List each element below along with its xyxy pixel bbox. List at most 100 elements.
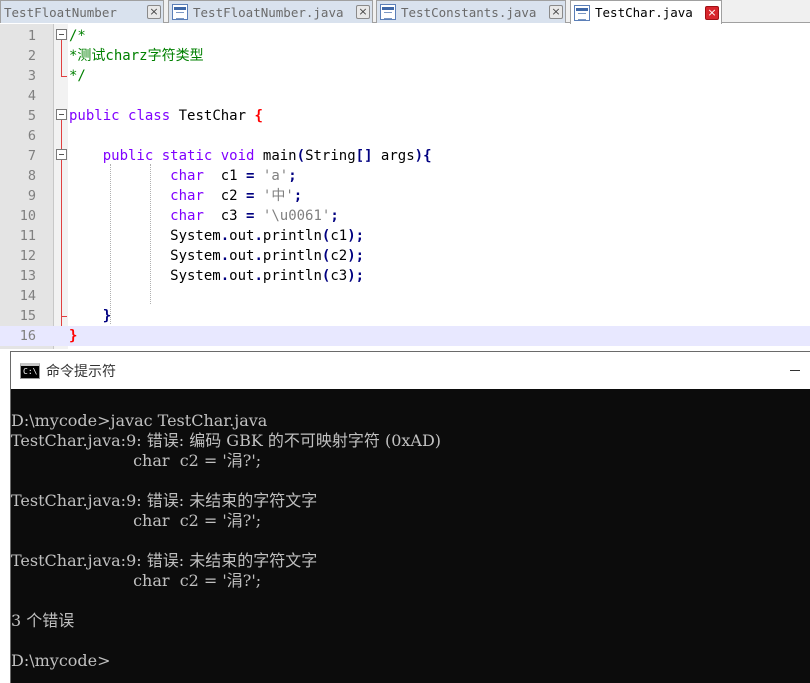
code-line[interactable]: 4 xyxy=(0,86,810,106)
code-token: *测试charz字符类型 xyxy=(69,48,204,64)
file-icon xyxy=(574,4,590,21)
code-line[interactable]: 6 xyxy=(0,126,810,146)
code-token: static xyxy=(161,148,213,164)
code-token: println xyxy=(262,228,322,244)
code-token: /* xyxy=(69,28,86,44)
code-token: c1 xyxy=(203,168,247,184)
console-title: 命令提示符 xyxy=(46,363,116,380)
tab-label: TestConstants.java xyxy=(401,4,537,20)
file-icon xyxy=(172,4,188,20)
code-token: public xyxy=(69,108,120,124)
line-number: 14 xyxy=(19,288,36,304)
line-number: 1 xyxy=(27,28,36,44)
code-token: args xyxy=(372,148,415,164)
code-token: c2 xyxy=(330,248,348,264)
code-token: println xyxy=(262,248,322,264)
console-line: 3 个错误 xyxy=(11,611,75,630)
minimize-icon[interactable] xyxy=(780,352,810,389)
code-token: System xyxy=(69,228,221,244)
line-number: 5 xyxy=(27,108,36,124)
close-icon[interactable]: × xyxy=(549,5,563,19)
code-text: */ xyxy=(69,66,86,86)
tab-label: TestFloatNumber xyxy=(4,4,117,20)
code-text: /* xyxy=(69,26,86,46)
code-text: } xyxy=(69,306,111,326)
code-line[interactable]: 7 public static void main(String[] args)… xyxy=(0,146,810,166)
code-line[interactable]: 3 */ xyxy=(0,66,810,86)
console-line: TestChar.java:9: 错误: 编码 GBK 的不可映射字符 (0xA… xyxy=(11,431,442,450)
console-output[interactable]: D:\mycode>javac TestChar.java TestChar.ja… xyxy=(11,389,810,683)
code-token: char xyxy=(170,188,204,204)
code-token: ; xyxy=(288,168,297,184)
close-icon[interactable]: × xyxy=(356,5,370,19)
console-titlebar: C:\ 命令提示符 xyxy=(11,352,810,389)
code-text: public static void main(String[] args){ xyxy=(69,146,432,166)
code-token: System xyxy=(69,268,221,284)
console-line: D:\mycode> xyxy=(11,651,111,670)
code-line[interactable]: 14 xyxy=(0,286,810,306)
code-token: c3 xyxy=(330,268,348,284)
code-line[interactable]: 12 System.out.println(c2); xyxy=(0,246,810,266)
tab-label: TestFloatNumber.java xyxy=(193,4,344,20)
code-line[interactable]: 10 char c3 = '\u0061'; xyxy=(0,206,810,226)
code-token: '中' xyxy=(262,188,294,204)
line-number: 16 xyxy=(19,328,36,344)
code-line[interactable]: 15 } xyxy=(0,306,810,326)
console-line: TestChar.java:9: 错误: 未结束的字符文字 xyxy=(11,491,318,510)
code-text: char c2 = '中'; xyxy=(69,186,302,206)
code-token: System xyxy=(69,248,221,264)
line-number: 2 xyxy=(27,48,36,64)
code-text: } xyxy=(69,326,77,346)
line-number: 7 xyxy=(27,148,36,164)
code-token: . xyxy=(254,268,263,284)
code-token: } xyxy=(102,308,112,324)
code-token: ( xyxy=(296,148,306,164)
tab-bar: TestFloatNumber × TestFloatNumber.java ×… xyxy=(0,0,810,24)
code-line[interactable]: 5 public class TestChar { xyxy=(0,106,810,126)
code-token: TestChar xyxy=(170,108,255,124)
code-text: System.out.println(c2); xyxy=(69,246,364,266)
code-line[interactable]: 9 char c2 = '中'; xyxy=(0,186,810,206)
console-line: TestChar.java:9: 错误: 未结束的字符文字 xyxy=(11,551,318,570)
code-token: '\u0061' xyxy=(262,208,331,224)
code-line[interactable]: 8 char c1 = 'a'; xyxy=(0,166,810,186)
close-icon[interactable]: × xyxy=(705,5,719,20)
code-line[interactable]: 13 System.out.println(c3); xyxy=(0,266,810,286)
code-token: main xyxy=(254,148,297,164)
code-line[interactable]: 2 *测试charz字符类型 xyxy=(0,46,810,66)
code-line[interactable]: 11 System.out.println(c1); xyxy=(0,226,810,246)
code-line[interactable]: 16} xyxy=(0,326,810,346)
line-number: 8 xyxy=(27,168,36,184)
line-number: 15 xyxy=(19,308,36,324)
code-token: ; xyxy=(293,188,303,204)
tab-testchar-java[interactable]: TestChar.java × xyxy=(570,0,722,24)
code-editor[interactable]: 1 /* 2 *测试charz字符类型 3 */ 4 5 public class TestCh… xyxy=(0,24,810,349)
code-token: } xyxy=(69,328,78,344)
console-line: char c2 = '涓?'; xyxy=(11,451,262,470)
tab-testfloatnumber-java[interactable]: TestFloatNumber.java × xyxy=(168,0,373,23)
code-token: ); xyxy=(347,248,365,264)
tab-testconstants-java[interactable]: TestConstants.java × xyxy=(376,0,566,23)
command-prompt-window[interactable]: C:\ 命令提示符 D:\mycode>javac TestChar.java T… xyxy=(10,351,810,683)
code-token: 'a' xyxy=(262,168,289,184)
code-token: { xyxy=(254,108,263,124)
code-token: */ xyxy=(69,68,86,84)
code-token: ); xyxy=(347,268,365,284)
code-token: class xyxy=(128,108,171,124)
close-icon[interactable]: × xyxy=(147,5,161,19)
code-token: . xyxy=(220,248,230,264)
code-line[interactable]: 1 /* xyxy=(0,26,810,46)
code-text: System.out.println(c1); xyxy=(69,226,364,246)
line-number: 4 xyxy=(27,88,36,104)
tab-testfloatnumber[interactable]: TestFloatNumber × xyxy=(0,0,164,23)
code-token: char xyxy=(170,168,204,184)
code-token: c2 xyxy=(203,188,247,204)
